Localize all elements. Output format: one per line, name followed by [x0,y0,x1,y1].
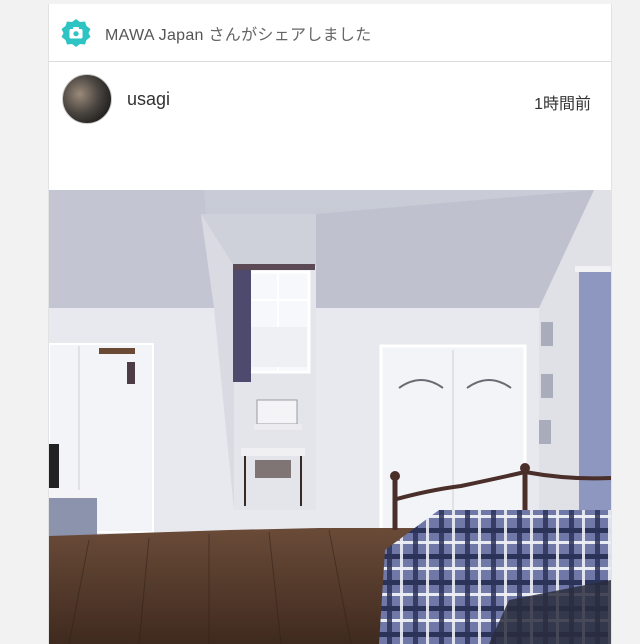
share-brand[interactable]: MAWA Japan [105,27,204,44]
post-photo[interactable] [49,190,611,644]
username[interactable]: usagi [127,89,170,110]
post-time: 1時間前 [534,96,591,113]
share-text: MAWA Japan さんがシェアしました [105,21,372,45]
share-suffix: さんがシェアしました [208,26,372,44]
camera-icon [61,18,91,47]
post-card: MAWA Japan さんがシェアしました usagi 1時間前 [48,4,612,644]
post-header: usagi 1時間前 [49,64,611,134]
avatar[interactable] [62,74,112,124]
share-header[interactable]: MAWA Japan さんがシェアしました [49,4,611,62]
